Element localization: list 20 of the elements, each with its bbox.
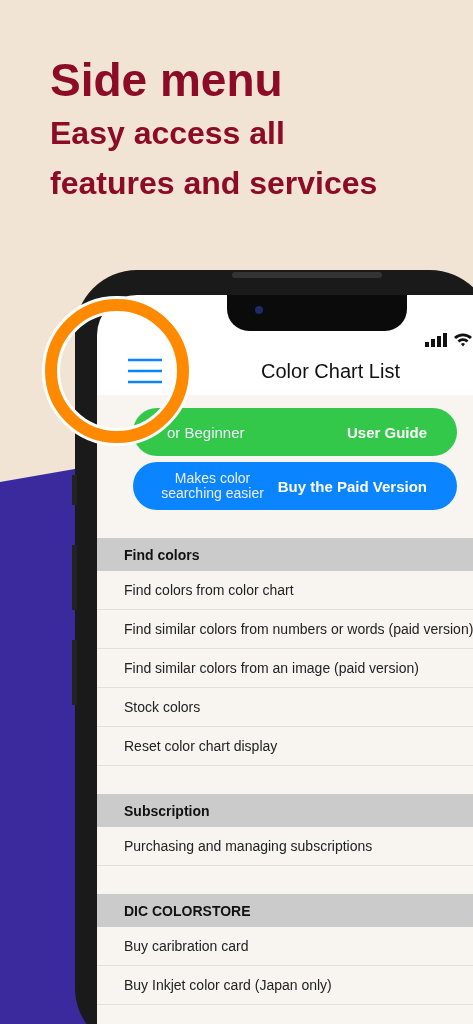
section-header: Subscription bbox=[97, 794, 473, 827]
headline-subtitle: Easy access all bbox=[50, 114, 285, 153]
menu-item[interactable]: Find similar colors from numbers or words (paid version) bbox=[97, 610, 473, 649]
menu-item[interactable]: Buy caribration card bbox=[97, 927, 473, 966]
menu-item[interactable]: Purchasing and managing subscriptions bbox=[97, 827, 473, 866]
menu-item[interactable]: Buy Inkjet color card (Japan only) bbox=[97, 966, 473, 1005]
screen-title: Color Chart List bbox=[261, 359, 400, 383]
camera-icon bbox=[254, 305, 264, 315]
headline-subtitle: features and services bbox=[50, 164, 378, 203]
menu-item[interactable]: Stock colors bbox=[97, 688, 473, 727]
menu-item[interactable]: Find similar colors from an image (paid version) bbox=[97, 649, 473, 688]
section-header: DIC COLORSTORE bbox=[97, 894, 473, 927]
headline-title: Side menu bbox=[50, 53, 283, 108]
menu-item[interactable]: Find colors from color chart bbox=[97, 571, 473, 610]
section-header: Find colors bbox=[97, 538, 473, 571]
menu-icon bbox=[127, 358, 163, 384]
menu-button[interactable] bbox=[127, 358, 163, 384]
wifi-icon bbox=[453, 332, 473, 347]
signal-icon bbox=[425, 333, 447, 347]
menu-item[interactable]: Reset color chart display bbox=[97, 727, 473, 766]
